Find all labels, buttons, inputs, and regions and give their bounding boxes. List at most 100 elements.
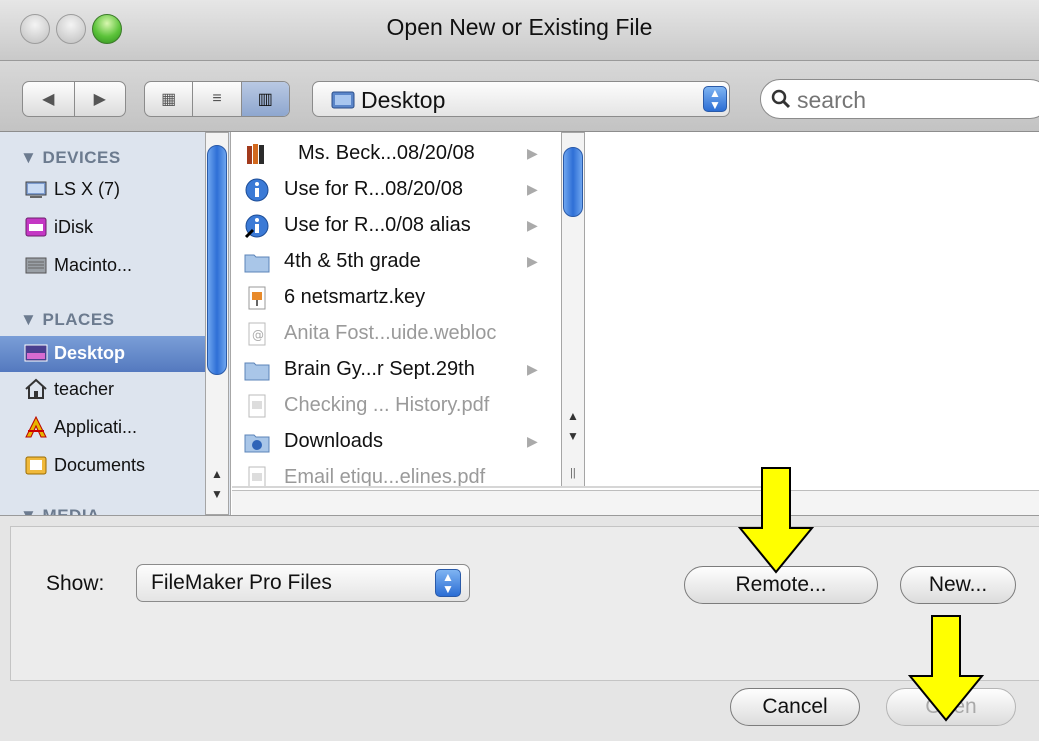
file-name: Brain Gy...r Sept.29th [284, 358, 475, 380]
forward-arrow-icon: ▶ [93, 91, 106, 108]
sidebar-item-idisk[interactable]: iDisk [0, 210, 205, 246]
disclosure-arrow-icon: ▶ [527, 361, 538, 377]
idisk-icon [25, 217, 47, 237]
sidebar-item-teacher[interactable]: teacher [0, 372, 205, 408]
file-name: Downloads [284, 430, 383, 452]
sidebar-item-label: Desktop [54, 343, 126, 363]
documents-icon [25, 456, 47, 475]
disclosure-arrow-icon: ▶ [527, 181, 538, 197]
sidebar-item-applications[interactable]: Applicati... [0, 410, 205, 446]
downloads-folder-icon [244, 434, 270, 453]
file-name: Anita Fost...uide.webloc [284, 322, 497, 344]
info-alias-icon [244, 214, 269, 239]
icon-view-button[interactable]: ▦ [145, 82, 194, 116]
file-name: 6 netsmartz.key [284, 286, 426, 308]
file-name: Use for R...08/20/08 [284, 178, 463, 200]
options-subpanel [10, 526, 1039, 681]
sidebar-item-macintosh[interactable]: Macinto... [0, 248, 205, 284]
file-item-netsmartz-key[interactable]: 6 netsmartz.key [232, 280, 562, 316]
view-mode-control: ▦ ≡ ▥ [144, 81, 290, 117]
back-arrow-icon: ◀ [42, 91, 55, 108]
columns-icon: ▥ [257, 91, 273, 108]
scroll-down-arrow-icon[interactable]: ▼ [567, 429, 579, 443]
search-field[interactable] [760, 79, 1039, 119]
search-icon [771, 89, 791, 109]
disclosure-arrow-icon: ▶ [527, 433, 538, 449]
icon-grid-icon: ▦ [161, 91, 177, 108]
search-input[interactable] [795, 86, 1029, 115]
column-bottom-border [232, 486, 790, 488]
arrow-annotation-icon [737, 467, 815, 574]
file-item-ms-beck[interactable]: Ms. Beck...08/20/08 ▶ [232, 136, 562, 172]
horizontal-scrollbar[interactable] [232, 490, 1039, 515]
show-label: Show: [46, 572, 105, 595]
file-item-use-for-r[interactable]: Use for R...08/20/08 ▶ [232, 172, 562, 208]
file-scroll-thumb[interactable] [563, 147, 583, 217]
disclosure-arrow-icon: ▶ [527, 217, 538, 233]
list-view-button[interactable]: ≡ [193, 82, 242, 116]
svg-text:@: @ [252, 328, 264, 342]
new-button[interactable]: New... [900, 566, 1016, 604]
file-name: Checking ... History.pdf [284, 394, 490, 416]
file-column-scrollbar[interactable]: ▲ ▼ || [561, 132, 585, 488]
toolbar: ◀ ▶ ▦ ≡ ▥ Desktop ▲ ▼ [0, 61, 1039, 132]
file-column: Ms. Beck...08/20/08 ▶ Use for R...08/20/… [232, 132, 790, 488]
sidebar-item-desktop[interactable]: Desktop [0, 336, 205, 372]
file-item-use-for-r-alias[interactable]: Use for R...0/08 alias ▶ [232, 208, 562, 244]
file-item-downloads[interactable]: Downloads ▶ [232, 424, 562, 460]
sidebar-item-ls-x[interactable]: LS X (7) [0, 172, 205, 208]
media-header: ▼ MEDIA [20, 506, 100, 515]
sidebar-item-label: Applicati... [54, 417, 138, 437]
sidebar-scrollbar[interactable]: ▲ ▼ [205, 132, 229, 515]
display-icon [25, 181, 47, 198]
sidebar-scroll-thumb[interactable] [207, 145, 227, 375]
cancel-button[interactable]: Cancel [730, 688, 860, 726]
applications-icon [25, 415, 47, 438]
pdf-icon [248, 394, 266, 418]
show-select-value: FileMaker Pro Files [151, 571, 332, 594]
sidebar-item-label: Macinto... [54, 255, 133, 275]
places-header: ▼ PLACES [20, 310, 115, 329]
show-file-type-select[interactable]: FileMaker Pro Files ▲ ▼ [136, 564, 470, 602]
sidebar-item-label: Documents [54, 455, 146, 475]
file-item-4th-5th-grade[interactable]: 4th & 5th grade ▶ [232, 244, 562, 280]
sidebar: ▼ DEVICES LS X (7) iDisk Macinto... ▼ PL… [0, 132, 231, 515]
file-item-anita-webloc[interactable]: @ Anita Fost...uide.webloc [232, 316, 562, 352]
column-view-button[interactable]: ▥ [241, 82, 289, 116]
scroll-up-arrow-icon[interactable]: ▲ [567, 409, 579, 423]
disclosure-arrow-icon: ▶ [527, 145, 538, 161]
column-resize-icon[interactable]: || [570, 467, 576, 479]
scroll-down-arrow-icon[interactable]: ▼ [211, 487, 223, 501]
info-icon [245, 178, 269, 202]
file-item-checking-history[interactable]: Checking ... History.pdf [232, 388, 562, 424]
file-name: Ms. Beck...08/20/08 [298, 142, 475, 164]
file-item-brain-gym[interactable]: Brain Gy...r Sept.29th ▶ [232, 352, 562, 388]
sidebar-item-label: LS X (7) [54, 179, 121, 199]
desktop-icon [24, 344, 48, 362]
forward-button[interactable]: ▶ [75, 82, 126, 116]
disclosure-arrow-icon: ▶ [527, 253, 538, 269]
location-label: Desktop [361, 87, 446, 113]
webloc-icon: @ [248, 322, 266, 346]
arrow-annotation-icon [907, 615, 985, 722]
devices-header: ▼ DEVICES [20, 148, 121, 167]
folder-icon [244, 362, 270, 381]
select-stepper-icon: ▲ ▼ [435, 569, 461, 597]
file-item-email-etiquette[interactable]: Email etiqu...elines.pdf [232, 460, 562, 488]
hard-drive-icon [25, 257, 47, 274]
book-icon [247, 144, 264, 164]
folder-icon [244, 254, 270, 273]
back-button[interactable]: ◀ [23, 82, 75, 116]
home-icon [25, 378, 47, 399]
location-popup[interactable]: Desktop ▲ ▼ [312, 81, 730, 117]
window-title: Open New or Existing File [386, 14, 653, 40]
back-forward-control: ◀ ▶ [22, 81, 126, 117]
keynote-icon [248, 286, 266, 310]
file-name: Email etiqu...elines.pdf [284, 466, 486, 488]
options-panel: Show: FileMaker Pro Files ▲ ▼ Remote... N… [0, 515, 1039, 741]
file-name: 4th & 5th grade [284, 250, 421, 272]
title-bar: Open New or Existing File [0, 0, 1039, 61]
sidebar-item-label: iDisk [54, 217, 93, 237]
sidebar-item-documents[interactable]: Documents [0, 448, 205, 484]
scroll-up-arrow-icon[interactable]: ▲ [211, 467, 223, 481]
